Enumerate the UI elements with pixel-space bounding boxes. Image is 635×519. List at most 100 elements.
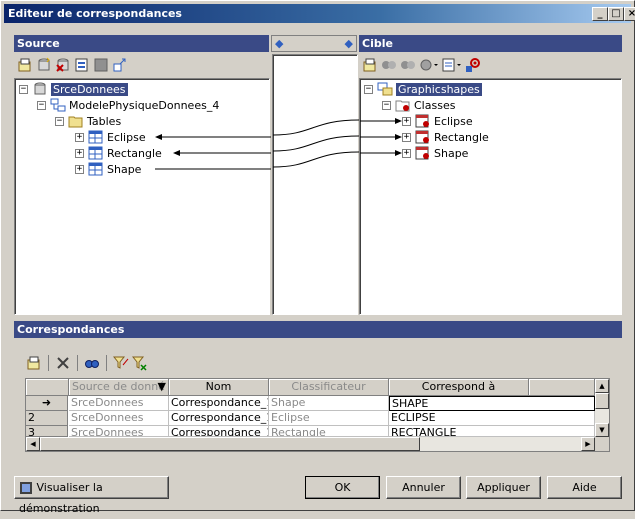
datasource-icon	[32, 82, 48, 96]
cell-name[interactable]: Correspondance_1	[169, 426, 269, 437]
add-objects-icon[interactable]	[74, 57, 90, 73]
scroll-left-button[interactable]: ◀	[26, 437, 40, 451]
target-header: Cible	[359, 35, 622, 52]
demo-button[interactable]: Visualiser la démonstration	[14, 476, 169, 515]
close-button[interactable]: ×	[624, 7, 635, 21]
tree-node-class-rectangle[interactable]: + Rectangle	[402, 129, 489, 145]
class-icon	[415, 114, 431, 128]
film-icon	[19, 481, 33, 495]
cell-name[interactable]: Correspondance_1	[169, 411, 269, 426]
row-marker[interactable]: ➜	[26, 396, 68, 411]
export-dropdown-icon[interactable]	[442, 57, 462, 73]
source-tree[interactable]: − SrceDonnees − ModelePhysiqueDonnees_4 …	[14, 78, 271, 315]
toolbar-separator	[77, 355, 78, 371]
help-button[interactable]: Aide	[547, 476, 622, 499]
vertical-scrollbar[interactable]: ▲ ▼	[595, 379, 609, 437]
tree-node-class-shape[interactable]: + Shape	[402, 145, 468, 161]
title-bar[interactable]: Editeur de correspondances _ □ ×	[4, 4, 635, 23]
tree-node-label: Eclipse	[434, 114, 473, 128]
column-header-empty	[529, 379, 595, 396]
link-area	[272, 54, 359, 315]
cell-source: SrceDonnees	[69, 426, 169, 437]
scroll-right-button[interactable]: ▶	[581, 437, 595, 451]
cancel-button[interactable]: Annuler	[386, 476, 461, 499]
collapse-icon[interactable]: −	[382, 100, 391, 110]
scroll-up-button[interactable]: ▲	[595, 379, 609, 393]
cell-maps-to[interactable]: SHAPE	[389, 396, 595, 411]
target-tree[interactable]: − Graphicshapes − Classes + Eclipse + Re…	[359, 78, 622, 315]
mapping-arrows-target	[360, 118, 402, 156]
tree-node-table-eclipse[interactable]: + Eclipse	[75, 129, 146, 145]
mapping-curves	[273, 119, 359, 168]
find-target-icon[interactable]	[465, 57, 481, 73]
cell-classifier: Shape	[269, 396, 389, 411]
delete-icon[interactable]	[55, 355, 71, 371]
object-model-icon	[377, 82, 393, 96]
tree-node-class-eclipse[interactable]: + Eclipse	[402, 113, 473, 129]
delete-datasource-icon[interactable]	[55, 57, 71, 73]
scroll-thumb[interactable]	[40, 437, 420, 451]
apply-button[interactable]: Appliquer	[466, 476, 541, 499]
column-header-name[interactable]: Nom	[169, 379, 269, 396]
table-icon	[88, 146, 104, 160]
arrow-right-icon[interactable]: ◆	[345, 37, 353, 50]
tree-node-tables[interactable]: − Tables	[55, 113, 121, 129]
arrow-left-icon[interactable]: ◆	[275, 37, 283, 50]
scrollbar-corner	[595, 437, 609, 451]
column-header-classifier[interactable]: Classificateur	[269, 379, 389, 396]
collapse-icon[interactable]: −	[364, 84, 373, 94]
horizontal-scrollbar[interactable]: ◀ ▶	[26, 437, 595, 451]
filter-icon[interactable]	[112, 355, 129, 371]
mapping-arrows-source	[155, 134, 271, 170]
expand-icon[interactable]: +	[75, 132, 84, 142]
row-marker[interactable]: 2	[26, 411, 68, 426]
scroll-thumb[interactable]	[595, 393, 609, 409]
mappings-toolbar	[23, 352, 223, 374]
row-marker[interactable]: 3	[26, 426, 68, 437]
find-icon[interactable]	[84, 355, 100, 371]
model-icon[interactable]	[93, 57, 109, 73]
tree-node-label: Shape	[107, 162, 142, 176]
column-header-source[interactable]: Source de donné ▼	[69, 379, 169, 396]
filter-icon[interactable]	[381, 57, 397, 73]
sort-dropdown-icon[interactable]: ▼	[158, 379, 166, 395]
scroll-down-button[interactable]: ▼	[595, 423, 609, 437]
tree-node-classes[interactable]: − Classes	[382, 97, 455, 113]
maximize-button[interactable]: □	[608, 7, 624, 21]
mappings-grid[interactable]: Source de donné ▼ Nom Classificateur Corr…	[25, 378, 610, 452]
tree-node-table-rectangle[interactable]: + Rectangle	[75, 145, 162, 161]
filter-alt-icon[interactable]	[400, 57, 416, 73]
generate-icon[interactable]	[112, 57, 128, 73]
table-icon	[88, 130, 104, 144]
properties-icon[interactable]	[362, 57, 378, 73]
collapse-icon[interactable]: −	[19, 84, 28, 94]
tree-node-label: Rectangle	[434, 130, 489, 144]
expand-icon[interactable]: +	[75, 164, 84, 174]
tree-node-oom[interactable]: − Graphicshapes	[364, 81, 482, 97]
mappings-header: Correspondances	[14, 321, 622, 338]
clear-filter-icon[interactable]	[131, 355, 148, 371]
tree-node-datasource[interactable]: − SrceDonnees	[19, 81, 128, 97]
minimize-button[interactable]: _	[592, 7, 608, 21]
cell-name[interactable]: Correspondance_1	[169, 396, 269, 411]
cell-maps-to[interactable]: RECTANGLE	[389, 426, 595, 437]
expand-icon[interactable]: +	[75, 148, 84, 158]
properties-icon[interactable]	[17, 57, 33, 73]
properties-icon[interactable]	[26, 355, 42, 371]
source-toolbar	[14, 54, 269, 76]
new-datasource-icon[interactable]	[36, 57, 52, 73]
collapse-icon[interactable]: −	[37, 100, 46, 110]
class-icon	[415, 146, 431, 160]
ok-button[interactable]: OK	[305, 476, 380, 499]
collapse-icon[interactable]: −	[55, 116, 64, 126]
link-toolbar: ◆ ◆	[271, 35, 357, 52]
tree-node-table-shape[interactable]: + Shape	[75, 161, 141, 177]
folder-icon	[395, 98, 411, 112]
grid-corner	[26, 379, 69, 396]
tree-node-label: Graphicshapes	[396, 82, 482, 96]
tree-node-model[interactable]: − ModelePhysiqueDonnees_4	[37, 97, 219, 113]
tree-node-label: Shape	[434, 146, 469, 160]
options-dropdown-icon[interactable]	[419, 57, 439, 73]
cell-maps-to[interactable]: ECLIPSE	[389, 411, 595, 426]
column-header-maps-to[interactable]: Correspond à	[389, 379, 529, 396]
